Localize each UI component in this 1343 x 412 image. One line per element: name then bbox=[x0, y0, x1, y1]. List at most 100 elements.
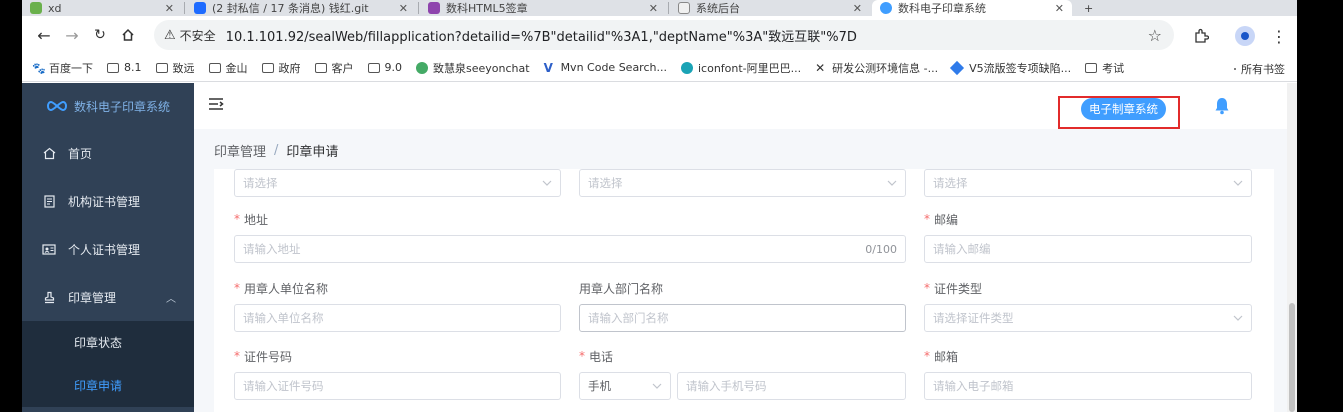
home-button-icon[interactable] bbox=[114, 21, 142, 49]
close-icon[interactable]: ✕ bbox=[649, 2, 658, 15]
label-text: 证件类型 bbox=[934, 281, 983, 296]
input-placeholder: 请输入部门名称 bbox=[588, 311, 669, 325]
label-text: 地址 bbox=[244, 212, 269, 227]
address-bar[interactable]: ⚠ 不安全 10.1.101.92/sealWeb/fillapplicatio… bbox=[154, 20, 1174, 50]
sidebar-item-home[interactable]: 首页 bbox=[22, 129, 194, 177]
select-value: 手机 bbox=[588, 379, 611, 393]
phone-input[interactable]: 请输入手机号码 bbox=[677, 372, 906, 400]
email-label: * 邮箱 bbox=[924, 347, 958, 365]
bookmark-4[interactable]: 政府 bbox=[261, 60, 301, 76]
input-placeholder: 请输入手机号码 bbox=[686, 379, 767, 393]
tab-title: 系统后台 bbox=[696, 2, 740, 15]
iconfont-icon bbox=[680, 61, 693, 74]
label-text: 证件号码 bbox=[244, 349, 293, 364]
sidebar-item-org-cert[interactable]: 机构证书管理 bbox=[22, 177, 194, 225]
warning-icon[interactable]: ⚠ bbox=[164, 28, 176, 43]
top-header: 电子制章系统 bbox=[194, 83, 1297, 129]
folder-icon bbox=[261, 62, 274, 73]
label-text: 电话 bbox=[589, 349, 614, 364]
select-row0-col2[interactable]: 请选择 bbox=[579, 169, 906, 197]
profile-avatar-icon[interactable] bbox=[1234, 25, 1256, 47]
bookmark-3[interactable]: 金山 bbox=[208, 60, 248, 76]
cert-type-select[interactable]: 请选择证件类型 bbox=[924, 304, 1252, 332]
forward-arrow-icon[interactable]: → bbox=[58, 21, 86, 49]
back-arrow-icon[interactable]: ← bbox=[30, 21, 58, 49]
close-icon[interactable]: ✕ bbox=[853, 2, 862, 15]
bookmark-10[interactable]: ✕ 研发公测环境信息 -... bbox=[815, 60, 938, 76]
email-input[interactable]: 请输入电子邮箱 bbox=[924, 372, 1252, 400]
browser-window: xd ✕ (2 封私信 / 17 条消息) 钱红.git ✕ 数科HTML5签章… bbox=[22, 0, 1297, 412]
seeyon-icon bbox=[416, 61, 428, 74]
close-icon[interactable]: ✕ bbox=[165, 2, 174, 15]
required-marker: * bbox=[234, 212, 240, 226]
postcode-input[interactable]: 请输入邮编 bbox=[924, 235, 1252, 263]
tab-title: xd bbox=[48, 1, 62, 15]
input-placeholder: 请输入证件号码 bbox=[243, 379, 324, 393]
bookmark-9[interactable]: iconfont-阿里巴巴... bbox=[680, 60, 801, 76]
scrollbar-thumb[interactable] bbox=[1289, 303, 1295, 412]
app-root: 数科电子印章系统 首页 机构证书管理 个人证书管理 印章管理 ︿ 印章状态 印章… bbox=[22, 83, 1297, 412]
sidebar-item-personal-cert[interactable]: 个人证书管理 bbox=[22, 225, 194, 273]
required-marker: * bbox=[924, 349, 930, 363]
url-text[interactable]: 10.1.101.92/sealWeb/fillapplication?deta… bbox=[226, 26, 857, 45]
folder-icon bbox=[155, 62, 168, 73]
logo-text: 数科电子印章系统 bbox=[74, 99, 171, 114]
sidebar-item-label: 机构证书管理 bbox=[68, 194, 141, 209]
tab-1[interactable]: (2 封私信 / 17 条消息) 钱红.git ✕ bbox=[186, 0, 416, 16]
reload-icon[interactable]: ↻ bbox=[86, 21, 114, 49]
dept-name-input[interactable]: 请输入部门名称 bbox=[579, 304, 906, 332]
bookmark-7[interactable]: 致慧泉seeyonchat bbox=[416, 60, 530, 76]
sidebar-subitem-seal-status[interactable]: 印章状态 bbox=[22, 321, 194, 364]
bookmark-11[interactable]: V5流版签专项缺陷... bbox=[950, 60, 1072, 76]
tab-title: (2 封私信 / 17 条消息) 钱红.git bbox=[212, 2, 369, 15]
required-marker: * bbox=[924, 212, 930, 226]
address-input[interactable]: 请输入地址 0/100 bbox=[234, 235, 906, 263]
extensions-icon[interactable] bbox=[1190, 25, 1212, 47]
tab-favicon-icon bbox=[428, 2, 440, 14]
tab-4-active[interactable]: 数科电子印章系统 ✕ bbox=[872, 0, 1072, 16]
folder-icon bbox=[1234, 68, 1236, 70]
phone-type-select[interactable]: 手机 bbox=[579, 372, 671, 400]
app-logo[interactable]: 数科电子印章系统 bbox=[22, 83, 194, 129]
bookmark-8[interactable]: V Mvn Code Search... bbox=[544, 61, 667, 74]
insecure-label[interactable]: 不安全 bbox=[180, 27, 216, 44]
new-tab-button[interactable]: + bbox=[1076, 0, 1106, 16]
required-marker: * bbox=[579, 349, 585, 363]
breadcrumb: 印章管理 / 印章申请 bbox=[214, 141, 338, 160]
all-bookmarks[interactable]: 所有书签 bbox=[1234, 61, 1285, 77]
sidebar-item-label: 印章管理 bbox=[68, 290, 117, 305]
tab-3[interactable]: 系统后台 ✕ bbox=[670, 0, 870, 16]
sidebar-subitem-seal-apply[interactable]: 印章申请 bbox=[22, 364, 194, 407]
menu-toggle-icon[interactable] bbox=[208, 97, 224, 111]
bell-icon[interactable] bbox=[1214, 97, 1230, 115]
input-placeholder: 请输入单位名称 bbox=[243, 311, 324, 325]
select-row0-col3[interactable]: 请选择 bbox=[924, 169, 1252, 197]
label-text: 用章人部门名称 bbox=[579, 281, 664, 296]
close-icon[interactable]: ✕ bbox=[399, 2, 408, 15]
close-icon[interactable]: ✕ bbox=[1055, 2, 1064, 15]
org-name-input[interactable]: 请输入单位名称 bbox=[234, 304, 561, 332]
bookmark-label: 百度一下 bbox=[49, 61, 93, 75]
bookmark-12[interactable]: 考试 bbox=[1085, 60, 1124, 76]
breadcrumb-parent[interactable]: 印章管理 bbox=[214, 141, 266, 160]
bookmark-0[interactable]: 🐾 百度一下 bbox=[32, 60, 93, 76]
chevron-down-icon bbox=[652, 383, 662, 389]
cert-no-input[interactable]: 请输入证件号码 bbox=[234, 372, 561, 400]
tab-0[interactable]: xd ✕ bbox=[22, 0, 182, 16]
select-row0-col1[interactable]: 请选择 bbox=[234, 169, 561, 197]
tab-2[interactable]: 数科HTML5签章 ✕ bbox=[420, 0, 666, 16]
bookmark-6[interactable]: 9.0 bbox=[367, 61, 402, 74]
address-label: * 地址 bbox=[234, 210, 268, 228]
more-menu-icon[interactable]: ⋮ bbox=[1268, 25, 1290, 47]
cert-type-label: * 证件类型 bbox=[924, 279, 982, 297]
bookmark-label: V5流版签专项缺陷... bbox=[969, 61, 1072, 75]
cert-no-label: * 证件号码 bbox=[234, 347, 292, 365]
char-count: 0/100 bbox=[865, 242, 897, 256]
star-icon[interactable]: ☆ bbox=[1148, 26, 1162, 45]
chevron-down-icon bbox=[1233, 180, 1243, 186]
bookmark-2[interactable]: 致远 bbox=[155, 60, 195, 76]
bookmark-1[interactable]: 8.1 bbox=[107, 61, 142, 74]
bookmark-5[interactable]: 客户 bbox=[314, 60, 354, 76]
sidebar-item-seal-management[interactable]: 印章管理 ︿ bbox=[22, 273, 194, 321]
folder-icon bbox=[208, 62, 221, 73]
